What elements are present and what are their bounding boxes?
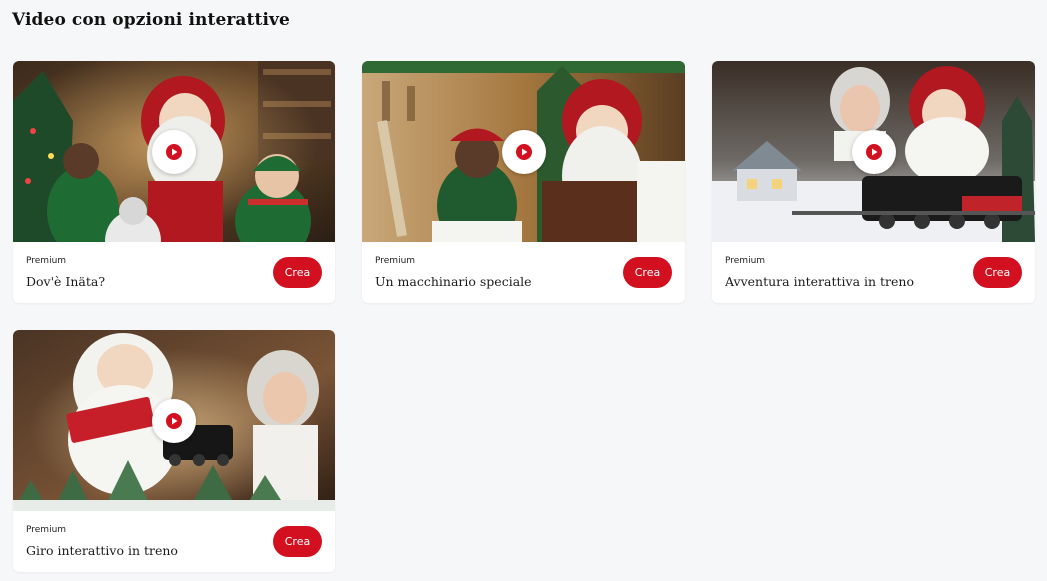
play-icon	[865, 143, 882, 160]
play-icon	[515, 143, 532, 160]
card-info: Premium Giro interattivo in treno Crea	[13, 511, 335, 572]
card-info: Premium Dov'è Inäta? Crea	[13, 242, 335, 303]
section-title: Video con opzioni interattive	[12, 10, 290, 30]
premium-badge: Premium	[725, 256, 766, 266]
card-title: Un macchinario speciale	[375, 274, 532, 289]
video-thumbnail[interactable]	[362, 61, 685, 242]
video-thumbnail[interactable]	[13, 330, 335, 511]
play-button[interactable]	[152, 398, 196, 443]
premium-badge: Premium	[26, 256, 67, 266]
create-button[interactable]: Crea	[273, 526, 322, 557]
play-button[interactable]	[152, 129, 196, 174]
card-title: Giro interattivo in treno	[26, 543, 178, 558]
video-card[interactable]: Premium Avventura interattiva in treno C…	[712, 61, 1035, 303]
play-icon	[166, 143, 182, 160]
create-button[interactable]: Crea	[623, 257, 672, 288]
video-card[interactable]: Premium Giro interattivo in treno Crea	[13, 330, 335, 572]
video-card[interactable]: Premium Un macchinario speciale Crea	[362, 61, 685, 303]
card-info: Premium Avventura interattiva in treno C…	[712, 242, 1035, 303]
play-button[interactable]	[851, 129, 896, 174]
video-card[interactable]: Premium Dov'è Inäta? Crea	[13, 61, 335, 303]
page: Video con opzioni interattive Premium Do…	[0, 0, 1047, 581]
premium-badge: Premium	[375, 256, 416, 266]
create-button[interactable]: Crea	[273, 257, 322, 288]
card-info: Premium Un macchinario speciale Crea	[362, 242, 685, 303]
video-thumbnail[interactable]	[712, 61, 1035, 242]
play-button[interactable]	[501, 129, 546, 174]
create-button[interactable]: Crea	[973, 257, 1022, 288]
video-thumbnail[interactable]	[13, 61, 335, 242]
card-title: Avventura interattiva in treno	[725, 274, 914, 289]
video-grid: Premium Dov'è Inäta? Crea Premium Un mac…	[13, 61, 1035, 572]
play-icon	[166, 412, 182, 429]
premium-badge: Premium	[26, 525, 67, 535]
card-title: Dov'è Inäta?	[26, 274, 106, 289]
